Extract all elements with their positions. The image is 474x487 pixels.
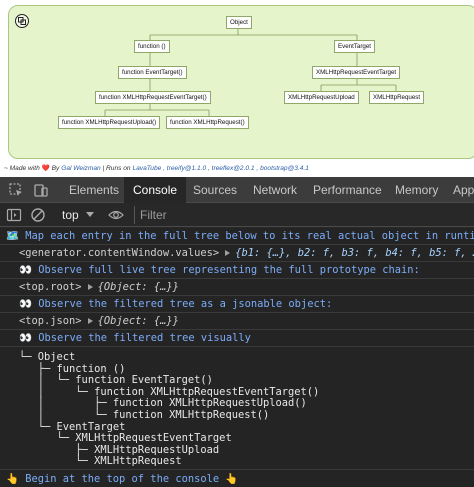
console-tree-output: └─ Object ├─ function () │ └─ function E… — [0, 351, 474, 470]
toolbar-divider — [134, 206, 135, 224]
node-xhr[interactable]: XMLHttpRequest — [369, 91, 425, 104]
credits-by: By — [51, 165, 60, 172]
tab-console[interactable]: Console — [124, 177, 187, 203]
devtools-panel: Elements Console Sources Network Perform… — [0, 177, 474, 487]
object-preview[interactable]: {b1: {…}, b2: f, b3: f, b4: f, b5: f, …} — [235, 247, 474, 259]
tree-line: │ └─ function EventTarget() — [19, 374, 213, 387]
node-xhr-upload[interactable]: XMLHttpRequestUpload — [284, 91, 359, 104]
console-toolbar: top — [0, 203, 474, 227]
node-xhr-event-target-ctor[interactable]: function XMLHttpRequestEventTarget() — [95, 91, 211, 104]
eye-icon[interactable] — [108, 207, 124, 223]
log-label: <top.root> — [19, 281, 82, 293]
host-link[interactable]: LavaTube — [132, 165, 161, 172]
log-label: <generator.contentWindow.values> — [19, 247, 220, 259]
console-output: 🗺️ Map each entry in the full tree below… — [0, 228, 474, 487]
console-message-begin-top: 👆 Begin at the top of the console 👆 — [6, 473, 239, 485]
heart-icon: ❤️ — [41, 165, 50, 172]
expand-arrow-icon[interactable] — [225, 250, 231, 256]
console-log-values: <generator.contentWindow.values> {b1: {…}… — [0, 245, 474, 262]
node-xhr-ctor[interactable]: function XMLHttpRequest() — [166, 116, 249, 129]
node-event-target-ctor[interactable]: function EventTarget() — [118, 66, 187, 79]
tree-line: └─ Object — [19, 351, 76, 363]
console-log-root: <top.root> {Object: {…}} — [0, 279, 474, 296]
device-toolbar-icon[interactable] — [33, 182, 49, 198]
log-label: <top.json> — [19, 315, 82, 327]
tab-network[interactable]: Network — [253, 177, 297, 203]
chevron-down-icon[interactable] — [86, 212, 94, 217]
tab-application[interactable]: Appl — [453, 177, 474, 203]
object-preview[interactable]: {Object: {…}} — [98, 315, 179, 327]
sidebar-toggle-icon[interactable] — [6, 207, 22, 223]
node-event-target[interactable]: EventTarget — [334, 40, 376, 53]
deps-links[interactable]: , treeify@1.1.0 , treeflex@2.0.1 , boots… — [163, 165, 309, 172]
tab-performance[interactable]: Performance — [313, 177, 382, 203]
console-message-map: 🗺️ Map each entry in the full tree below… — [0, 228, 474, 245]
tab-sources[interactable]: Sources — [193, 177, 237, 203]
console-message-observe-full: 👀 Observe full live tree representing th… — [0, 262, 474, 279]
credits-runs-on: | Runs on — [102, 165, 131, 172]
node-function[interactable]: function () — [134, 40, 170, 53]
object-preview[interactable]: {Object: {…}} — [98, 281, 179, 293]
context-select[interactable]: top — [62, 205, 79, 225]
node-xhr-upload-ctor[interactable]: function XMLHttpRequestUpload() — [58, 116, 161, 129]
node-object[interactable]: Object — [226, 16, 252, 29]
expand-arrow-icon[interactable] — [87, 284, 93, 290]
expand-arrow-icon[interactable] — [87, 318, 93, 324]
clear-console-icon[interactable] — [30, 207, 46, 223]
credits-line: ~ Made with ❤️ By Gal Weizman | Runs on … — [4, 164, 309, 172]
console-log-json: <top.json> {Object: {…}} — [0, 313, 474, 330]
author-link[interactable]: Gal Weizman — [61, 165, 100, 172]
tree-line: │ └─ function XMLHttpRequest() — [19, 409, 270, 421]
credits-prefix: ~ Made with — [4, 165, 40, 172]
tree-line: └─ XMLHttpRequest — [19, 455, 182, 468]
tab-memory[interactable]: Memory — [395, 177, 438, 203]
tab-elements[interactable]: Elements — [69, 177, 119, 203]
filter-input[interactable] — [140, 205, 474, 225]
inspect-element-icon[interactable] — [8, 182, 24, 198]
console-message-observe-visual: 👀 Observe the filtered tree visually — [0, 330, 474, 347]
devtools-tabbar: Elements Console Sources Network Perform… — [0, 177, 474, 203]
node-xhr-event-target[interactable]: XMLHttpRequestEventTarget — [312, 66, 401, 79]
tree-icon[interactable] — [15, 14, 29, 28]
diagram-area: Object function () EventTarget function … — [0, 0, 474, 172]
tree-line: └─ XMLHttpRequestEventTarget — [19, 432, 232, 445]
console-message-observe-json: 👀 Observe the filtered tree as a jsonabl… — [0, 296, 474, 313]
